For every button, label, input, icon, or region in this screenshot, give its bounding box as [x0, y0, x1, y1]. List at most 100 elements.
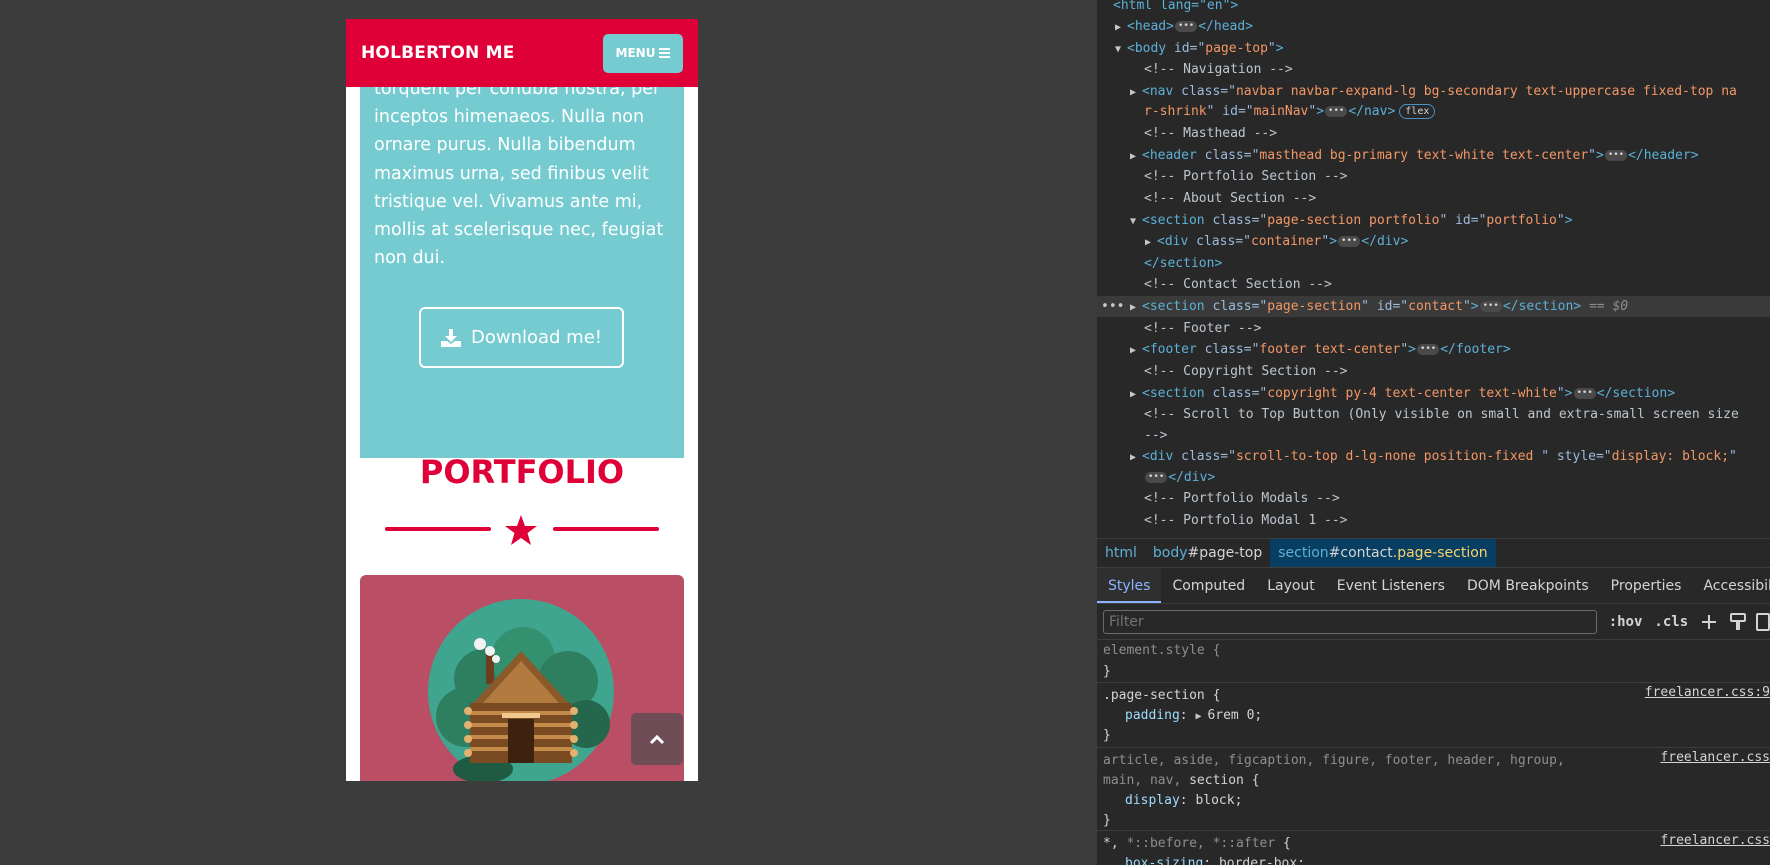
- dom-node-scroll-to-top[interactable]: ▶ <div class="scroll-to-top d-lg-none pos…: [1097, 446, 1770, 467]
- flex-badge[interactable]: flex: [1399, 104, 1436, 119]
- breadcrumb-section[interactable]: section#contact.page-section: [1270, 539, 1496, 567]
- class-toggle[interactable]: .cls: [1654, 614, 1688, 630]
- dom-comment[interactable]: <!-- Portfolio Section -->: [1097, 166, 1770, 187]
- new-style-rule-icon[interactable]: [1700, 613, 1718, 631]
- rule-declaration[interactable]: display: block;: [1125, 790, 1242, 811]
- collapse-triangle-icon[interactable]: ▼: [1115, 39, 1127, 60]
- expand-triangle-icon[interactable]: ▶: [1145, 232, 1157, 253]
- dom-node-html[interactable]: <html lang="en">: [1097, 0, 1770, 16]
- expand-triangle-icon[interactable]: ▶: [1130, 82, 1142, 103]
- rule-declaration[interactable]: box-sizing: border-box;: [1125, 853, 1305, 865]
- rule-selector[interactable]: *, *::before, *::after {: [1103, 833, 1291, 854]
- dom-comment[interactable]: <!-- Masthead -->: [1097, 123, 1770, 144]
- rule-selector[interactable]: .page-section {: [1103, 685, 1220, 706]
- expand-triangle-icon[interactable]: ▶: [1130, 340, 1142, 361]
- collapse-triangle-icon[interactable]: ▼: [1130, 211, 1142, 232]
- breadcrumb-body[interactable]: body#page-top: [1145, 539, 1270, 567]
- tab-styles[interactable]: Styles: [1097, 568, 1162, 603]
- dom-attr: id: [1455, 213, 1471, 228]
- style-rule-page-section: .page-section { freelancer.css:9 padding…: [1097, 683, 1770, 748]
- comment-text: <!-- Masthead -->: [1144, 126, 1278, 141]
- mobile-viewport: torquent per conubia nostra, per incepto…: [346, 19, 698, 781]
- tab-accessibility[interactable]: Accessibility: [1692, 568, 1770, 603]
- rule-source-link[interactable]: freelancer.css: [1660, 750, 1770, 765]
- dom-tag: head: [1134, 19, 1167, 34]
- dom-node-header[interactable]: ▶ <header class="masthead bg-primary text…: [1097, 145, 1770, 166]
- dom-attr-value: navbar navbar-expand-lg bg-secondary tex…: [1235, 84, 1737, 99]
- rule-declaration[interactable]: padding: ▶ 6rem 0;: [1125, 705, 1262, 726]
- collapsed-ellipsis-icon[interactable]: •••: [1479, 301, 1502, 312]
- expand-triangle-icon[interactable]: ▶: [1130, 384, 1142, 405]
- collapsed-ellipsis-icon[interactable]: •••: [1338, 236, 1361, 247]
- about-text: torquent per conubia nostra, per incepto…: [374, 79, 664, 269]
- expand-triangle-icon[interactable]: ▶: [1130, 297, 1142, 318]
- dom-node-scroll-to-top-cont[interactable]: ••• </div>: [1097, 467, 1770, 488]
- tab-dom-breakpoints[interactable]: DOM Breakpoints: [1456, 568, 1600, 603]
- rule-selector[interactable]: element.style {: [1103, 640, 1220, 661]
- breadcrumb-html[interactable]: html: [1097, 539, 1145, 567]
- dom-attr-value: mainNav: [1253, 104, 1309, 119]
- dom-comment[interactable]: <!-- Navigation -->: [1097, 59, 1770, 80]
- rule-selector-cont[interactable]: main, nav, section {: [1103, 770, 1260, 791]
- selector-matched: *,: [1103, 836, 1127, 851]
- collapsed-ellipsis-icon[interactable]: •••: [1416, 344, 1440, 355]
- collapsed-ellipsis-icon[interactable]: •••: [1145, 472, 1168, 483]
- dom-comment[interactable]: <!-- Scroll to Top Button (Only visible …: [1097, 404, 1770, 425]
- collapsed-ellipsis-icon[interactable]: •••: [1325, 106, 1348, 117]
- tab-computed[interactable]: Computed: [1161, 568, 1256, 603]
- menu-toggle-button[interactable]: MENU: [603, 33, 683, 73]
- dom-node-section-portfolio[interactable]: ▼ <section class="page-section portfolio"…: [1097, 210, 1770, 231]
- hamburger-icon: [659, 48, 671, 58]
- dom-node-nav[interactable]: ▶ <nav class="navbar navbar-expand-lg bg-…: [1097, 81, 1770, 102]
- download-button[interactable]: Download me!: [419, 307, 624, 368]
- dom-attr: style: [1556, 449, 1596, 464]
- dom-comment-cont[interactable]: -->: [1097, 425, 1770, 446]
- dom-node-section-copyright[interactable]: ▶ <section class="copyright py-4 text-cen…: [1097, 383, 1770, 404]
- expand-triangle-icon[interactable]: ▶: [1195, 706, 1207, 727]
- tab-layout[interactable]: Layout: [1256, 568, 1326, 603]
- expand-triangle-icon[interactable]: ▶: [1130, 447, 1142, 468]
- dom-comment[interactable]: <!-- Copyright Section -->: [1097, 361, 1770, 382]
- dom-node-section-contact[interactable]: ••• ▶ <section class="page-section" id="c…: [1097, 296, 1770, 317]
- dom-attr-value: contact: [1408, 299, 1463, 314]
- styles-filter-input[interactable]: [1103, 609, 1597, 634]
- dom-tag: footer: [1149, 342, 1197, 357]
- dom-node-container[interactable]: ▶ <div class="container"> ••• </div>: [1097, 231, 1770, 252]
- dom-comment[interactable]: <!-- About Section -->: [1097, 188, 1770, 209]
- more-options-icon[interactable]: •••: [1101, 296, 1124, 317]
- collapsed-ellipsis-icon[interactable]: •••: [1573, 388, 1596, 399]
- expand-triangle-icon[interactable]: ▶: [1130, 146, 1142, 167]
- dom-node-body[interactable]: ▼ <body id="page-top">: [1097, 38, 1770, 59]
- tab-event-listeners[interactable]: Event Listeners: [1326, 568, 1456, 603]
- dom-node-nav-cont[interactable]: r-shrink" id="mainNav"> ••• </nav> flex: [1097, 101, 1770, 122]
- dom-comment[interactable]: <!-- Footer -->: [1097, 318, 1770, 339]
- comment-text: <!-- Footer -->: [1144, 321, 1262, 336]
- collapsed-ellipsis-icon[interactable]: •••: [1604, 150, 1628, 161]
- dom-node-footer[interactable]: ▶ <footer class="footer text-center"> ••• <…: [1097, 339, 1770, 360]
- rule-source-link[interactable]: freelancer.css: [1660, 833, 1770, 848]
- rule-source-link[interactable]: freelancer.css:9: [1645, 685, 1770, 700]
- paint-format-icon[interactable]: [1730, 612, 1747, 631]
- portfolio-heading: PORTFOLIO: [419, 453, 625, 491]
- comment-text: -->: [1144, 428, 1168, 443]
- dom-attr: class: [1212, 213, 1252, 228]
- dom-attr-value: footer text-center: [1259, 342, 1401, 357]
- css-value: 6rem 0;: [1207, 708, 1263, 723]
- dom-attr-value: masthead bg-primary text-white text-cent…: [1259, 148, 1589, 163]
- dom-comment[interactable]: <!-- Contact Section -->: [1097, 274, 1770, 295]
- brand-link[interactable]: HOLBERTON ME: [361, 43, 515, 63]
- dom-tag: header: [1149, 148, 1197, 163]
- scroll-to-top-button[interactable]: [631, 713, 683, 765]
- tab-properties[interactable]: Properties: [1600, 568, 1693, 603]
- collapsed-ellipsis-icon[interactable]: •••: [1174, 21, 1198, 32]
- dom-node-section-close[interactable]: </section>: [1097, 253, 1770, 274]
- hover-state-toggle[interactable]: :hov: [1609, 614, 1643, 630]
- dom-comment[interactable]: <!-- Portfolio Modals -->: [1097, 488, 1770, 509]
- expand-triangle-icon[interactable]: ▶: [1115, 17, 1127, 38]
- dom-node-head[interactable]: ▶ <head> ••• </head>: [1097, 16, 1770, 37]
- sidebar-toggle-icon[interactable]: [1756, 612, 1770, 631]
- style-rule-universal: *, *::before, *::after { freelancer.css …: [1097, 831, 1770, 865]
- rule-selector[interactable]: article, aside, figcaption, figure, foot…: [1103, 750, 1565, 771]
- dom-comment[interactable]: <!-- Portfolio Modal 1 -->: [1097, 510, 1770, 531]
- dom-attr: class: [1181, 449, 1221, 464]
